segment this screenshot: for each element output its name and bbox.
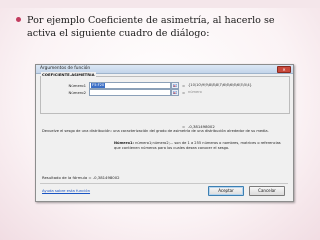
- argument-description-label: Número1:: [114, 141, 134, 145]
- argument-description-text: número1;número2;... son de 1 a 255 númer…: [114, 141, 281, 150]
- divider: [40, 183, 288, 184]
- range-select-icon: [173, 84, 177, 87]
- arg-result-1: {10\10\9\9\8\8\8\7\6\6\6\6\6\5\5\4}: [188, 83, 252, 88]
- ok-button[interactable]: Aceptar: [208, 186, 244, 196]
- arg-label-numero1: Número1: [68, 83, 87, 88]
- arg-equals-2: =: [182, 90, 186, 95]
- cancel-button[interactable]: Cancelar: [249, 186, 285, 196]
- arg-equals-1: =: [182, 83, 186, 88]
- numero1-value: F5:F20: [91, 83, 106, 88]
- collapse-dialog-button-2[interactable]: [171, 89, 179, 96]
- arg-label-numero2: Número2: [68, 90, 87, 95]
- bullet-text: Por ejemplo Coeficiente de asimetría, al…: [27, 15, 275, 39]
- collapse-dialog-button-1[interactable]: [171, 82, 179, 89]
- help-link[interactable]: Ayuda sobre esta función: [42, 188, 90, 193]
- formula-result-label: Resultado de la fórmula =: [42, 175, 92, 180]
- formula-result: Resultado de la fórmula = -0,381498002: [42, 175, 120, 180]
- close-icon[interactable]: ✕: [277, 66, 291, 73]
- formula-result-value: -0,381498002: [92, 175, 120, 180]
- slide-top-band: [0, 0, 320, 8]
- function-description: Devuelve el sesgo de una distribución: u…: [42, 129, 269, 133]
- argument-description: Número1: número1;número2;... son de 1 a …: [114, 141, 282, 151]
- numero1-input[interactable]: F5:F20: [89, 82, 171, 89]
- dialog-title: Argumentos de función: [40, 65, 91, 71]
- function-arguments-dialog: Argumentos de función ✕ COEFICIENTE.ASIM…: [35, 64, 294, 202]
- range-select-icon: [173, 91, 177, 94]
- bullet-icon: [16, 17, 21, 22]
- function-name: COEFICIENTE.ASIMETRIA: [41, 72, 96, 77]
- arg-result-2: número: [188, 90, 202, 95]
- numero2-input[interactable]: [89, 89, 171, 96]
